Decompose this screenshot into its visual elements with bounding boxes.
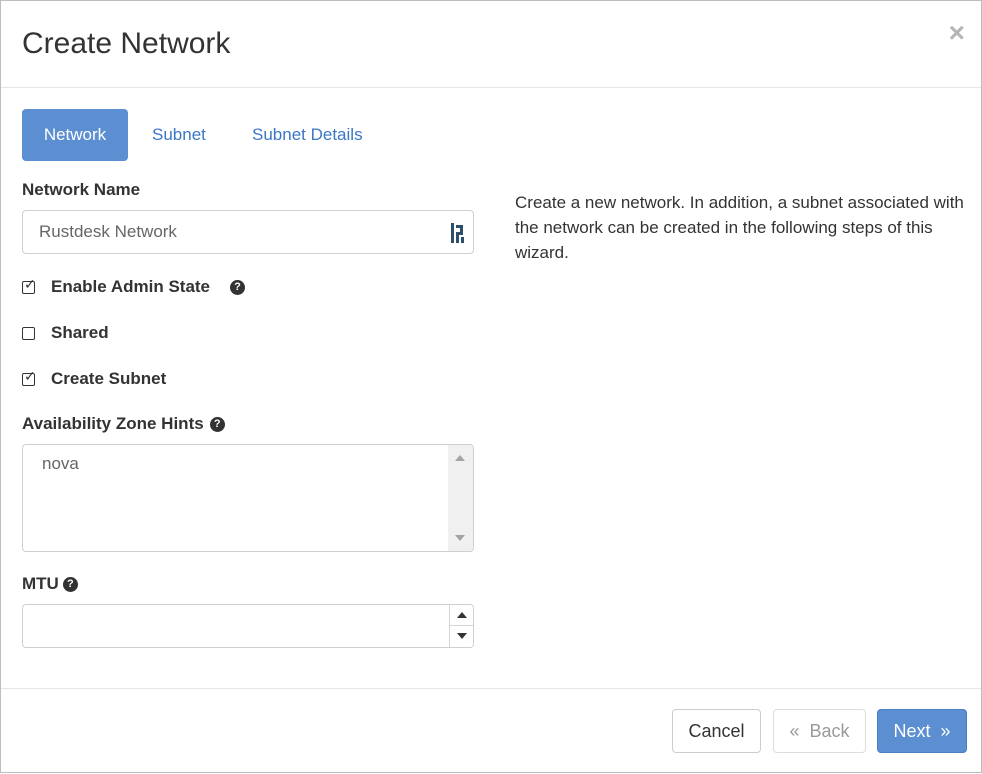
help-text: Create a new network. In addition, a sub… [515,193,964,262]
increment-button[interactable] [450,605,473,626]
mtu-label-text: MTU [22,574,59,593]
create-network-dialog: Create Network × Network Subnet Subnet D… [0,0,982,773]
chevron-up-icon [457,612,467,618]
shared-checkbox[interactable]: Shared [22,323,109,343]
scrollbar[interactable] [448,445,473,551]
shared-label: Shared [51,323,109,342]
mtu-stepper[interactable] [449,605,473,647]
create-subnet-checkbox[interactable]: ✓ Create Subnet [22,369,166,389]
availability-zone-hints-label-text: Availability Zone Hints [22,414,204,433]
list-item[interactable]: nova [42,454,79,474]
password-manager-icon[interactable] [451,223,465,243]
cancel-button[interactable]: Cancel [672,709,761,753]
close-icon[interactable]: × [949,19,965,47]
network-name-label-text: Network Name [22,180,141,199]
mtu-label: MTU ? [22,574,78,594]
availability-zone-hints-select[interactable]: nova [22,444,474,552]
create-subnet-check[interactable]: ✓ [22,369,37,387]
tab-subnet-details[interactable]: Subnet Details [252,109,370,161]
network-name-value: Rustdesk Network [39,222,177,241]
enable-admin-state-check[interactable]: ✓ [22,277,37,295]
decrement-button[interactable] [450,626,473,647]
next-button[interactable]: Next » [877,709,967,753]
question-circle-icon[interactable]: ? [230,279,246,295]
question-circle-icon[interactable]: ? [62,576,78,592]
chevron-down-icon [457,633,467,639]
dialog-title: Create Network [22,27,231,60]
shared-check[interactable] [22,326,37,341]
question-circle-icon[interactable]: ? [209,416,225,432]
scroll-up-icon[interactable] [455,455,465,461]
enable-admin-state-label: Enable Admin State [51,277,211,296]
back-button[interactable]: « Back [773,709,866,753]
network-name-label: Network Name [22,180,140,200]
tab-subnet[interactable]: Subnet [152,109,208,161]
mtu-input[interactable] [22,604,474,648]
enable-admin-state-checkbox[interactable]: ✓ Enable Admin State ? [22,277,246,297]
scroll-down-icon[interactable] [455,535,465,541]
availability-zone-hints-label: Availability Zone Hints ? [22,414,225,434]
create-subnet-label: Create Subnet [51,369,167,388]
tab-network[interactable]: Network [22,109,128,161]
dialog-header: Create Network × [1,1,981,88]
network-name-input[interactable]: Rustdesk Network [22,210,474,254]
